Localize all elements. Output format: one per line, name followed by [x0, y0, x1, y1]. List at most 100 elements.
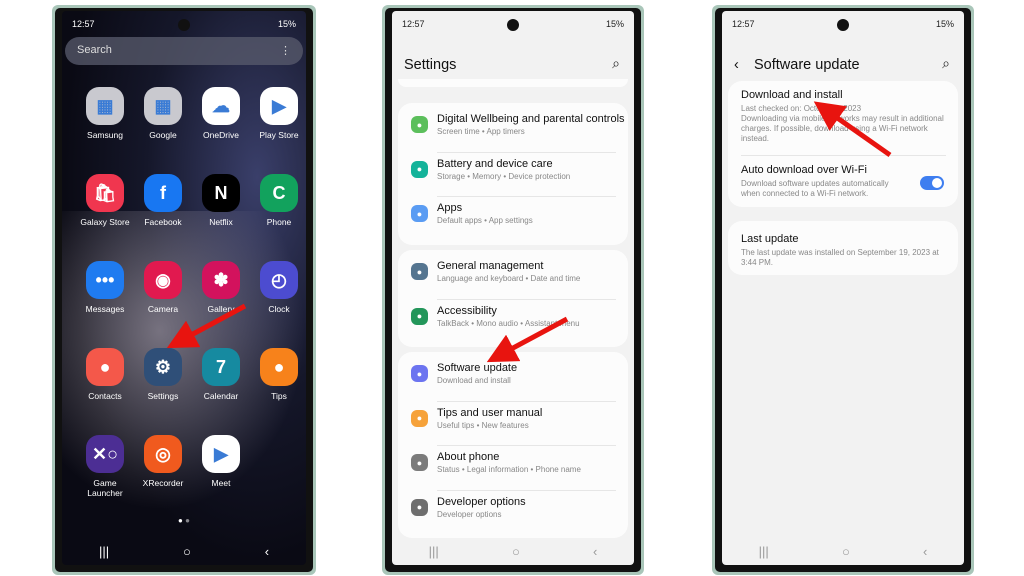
search-bar[interactable]: Search ⋮ [65, 37, 303, 65]
item-subtitle: Useful tips • New features [437, 420, 529, 430]
auto-download-item[interactable]: Auto download over Wi-Fi Download softwa… [728, 164, 958, 200]
settings-item-battery[interactable]: ● Battery and device care Storage • Memory… [398, 158, 628, 190]
home-icon[interactable]: ○ [183, 544, 191, 559]
app-label: Camera [147, 304, 179, 314]
app-xrecorder[interactable]: ◎ XRecorder [134, 435, 192, 488]
item-title: Developer options [437, 495, 526, 508]
settings-item-tips[interactable]: ● Tips and user manual Useful tips • New f… [398, 407, 628, 439]
app-samsung[interactable]: ▦ Samsung [76, 87, 134, 140]
settings-item-software[interactable]: ● Software update Download and install [398, 362, 628, 394]
phone-settings: 12:57 15% Settings ⌕ ● Digital Wellbeing a… [382, 5, 644, 575]
app-settings[interactable]: ⚙ Settings [134, 348, 192, 401]
settings-item-apps[interactable]: ● Apps Default apps • App settings [398, 202, 628, 234]
last-update-card[interactable]: Last update The last update was installe… [728, 221, 958, 275]
app-clock[interactable]: ◴ Clock [250, 261, 306, 314]
item-title: General management [437, 260, 544, 272]
app-messages[interactable]: ••• Messages [76, 261, 134, 314]
app-icon: N [202, 174, 240, 212]
download-and-install-item[interactable]: Download and install Last checked on: Oc… [728, 89, 958, 149]
settings-item-about[interactable]: ● About phone Status • Legal information •… [398, 451, 628, 483]
recents-icon[interactable]: ||| [759, 544, 769, 559]
status-time: 12:57 [402, 19, 425, 29]
back-icon[interactable]: ‹ [923, 544, 927, 559]
more-options-icon[interactable]: ⋮ [280, 44, 291, 58]
item-subtitle: Screen time • App timers [437, 127, 525, 136]
settings-item-icon: ● [411, 160, 428, 178]
page-indicator[interactable]: ● ● [62, 516, 306, 525]
settings-item-general[interactable]: ● General management Language and keyboard… [398, 260, 628, 292]
settings-item-icon: ● [411, 263, 428, 280]
item-subtitle: Developer options [437, 509, 502, 519]
app-tips[interactable]: ● Tips [250, 348, 306, 401]
divider [437, 445, 616, 446]
app-label: Google [149, 130, 177, 140]
item-title: Download and install [741, 89, 843, 101]
auto-download-toggle[interactable] [920, 176, 944, 190]
settings-item-digital[interactable]: ● Digital Wellbeing and parental controls… [398, 113, 628, 145]
divider [741, 155, 946, 156]
page-title: Software update [754, 57, 860, 73]
back-icon[interactable]: ‹ [265, 544, 269, 559]
app-netflix[interactable]: N Netflix [192, 174, 250, 227]
app-label: Play Store [259, 130, 299, 140]
app-icon: C [260, 174, 298, 212]
item-title: Tips and user manual [437, 406, 543, 419]
camera-cutout [507, 19, 519, 31]
app-game-launcher[interactable]: ✕○ Game Launcher [76, 435, 134, 498]
app-label: Game Launcher [87, 478, 123, 498]
app-calendar[interactable]: 7 Calendar [192, 348, 250, 401]
item-subtitle: Storage • Memory • Device protection [437, 171, 571, 181]
app-icon: ◴ [260, 261, 298, 299]
app-play-store[interactable]: ▶ Play Store [250, 87, 306, 140]
app-label: Phone [266, 217, 292, 227]
item-title: Accessibility [437, 304, 497, 317]
camera-cutout [837, 19, 849, 31]
item-title: About phone [437, 451, 500, 463]
item-subtitle: Download software updates automatically … [741, 179, 889, 198]
camera-cutout [178, 19, 190, 31]
status-time: 12:57 [732, 19, 755, 29]
recents-icon[interactable]: ||| [429, 544, 439, 559]
app-gallery[interactable]: ✽ Gallery [192, 261, 250, 314]
phone-home-screen: 12:57 15% Search ⋮ ▦ Samsung ▦ Google ☁ OneDriv… [52, 5, 316, 575]
app-galaxy-store[interactable]: 🛍 Galaxy Store [76, 174, 134, 227]
settings-item-icon: ● [411, 498, 428, 516]
app-icon: ◉ [144, 261, 182, 299]
app-camera[interactable]: ◉ Camera [134, 261, 192, 314]
search-icon[interactable]: ⌕ [942, 55, 950, 72]
app-facebook[interactable]: f Facebook [134, 174, 192, 227]
app-google[interactable]: ▦ Google [134, 87, 192, 140]
card-remnant [398, 79, 628, 87]
back-icon[interactable]: ‹ [593, 544, 597, 559]
app-meet[interactable]: ▶ Meet [192, 435, 250, 488]
settings-item-developer[interactable]: ● Developer options Developer options [398, 496, 628, 528]
software-update-screen: 12:57 15% ‹ Software update ⌕ Download an… [722, 11, 964, 565]
divider [437, 489, 616, 491]
app-icon: ▦ [86, 87, 124, 125]
divider [437, 196, 616, 197]
app-icon: ••• [86, 261, 124, 299]
settings-item-accessibility[interactable]: ● Accessibility TalkBack • Mono audio • As… [398, 305, 628, 337]
app-onedrive[interactable]: ☁ OneDrive [192, 87, 250, 140]
app-label: Messages [85, 304, 125, 314]
nav-bar: ||| ○ ‹ [392, 544, 634, 559]
update-card: Download and install Last checked on: Oc… [728, 81, 958, 207]
back-icon[interactable]: ‹ [734, 57, 739, 73]
app-icon: ✽ [202, 261, 240, 299]
app-contacts[interactable]: ● Contacts [76, 348, 134, 401]
settings-group: ● Digital Wellbeing and parental controls… [398, 103, 628, 245]
battery-level: 15% [277, 19, 296, 29]
app-phone[interactable]: C Phone [250, 174, 306, 227]
app-icon: ◎ [144, 435, 182, 473]
app-label: Gallery [207, 304, 235, 314]
item-subtitle: Last checked on: October 4, 2023 Downloa… [741, 104, 944, 143]
recents-icon[interactable]: ||| [99, 544, 109, 559]
home-icon[interactable]: ○ [842, 544, 850, 559]
settings-group: ● Software update Download and install ● Tip… [398, 352, 628, 538]
app-label: XRecorder [142, 478, 184, 488]
app-icon: ▦ [144, 87, 182, 125]
app-label: Samsung [87, 130, 123, 140]
home-icon[interactable]: ○ [512, 544, 520, 559]
divider [437, 151, 616, 153]
search-icon[interactable]: ⌕ [612, 55, 620, 72]
